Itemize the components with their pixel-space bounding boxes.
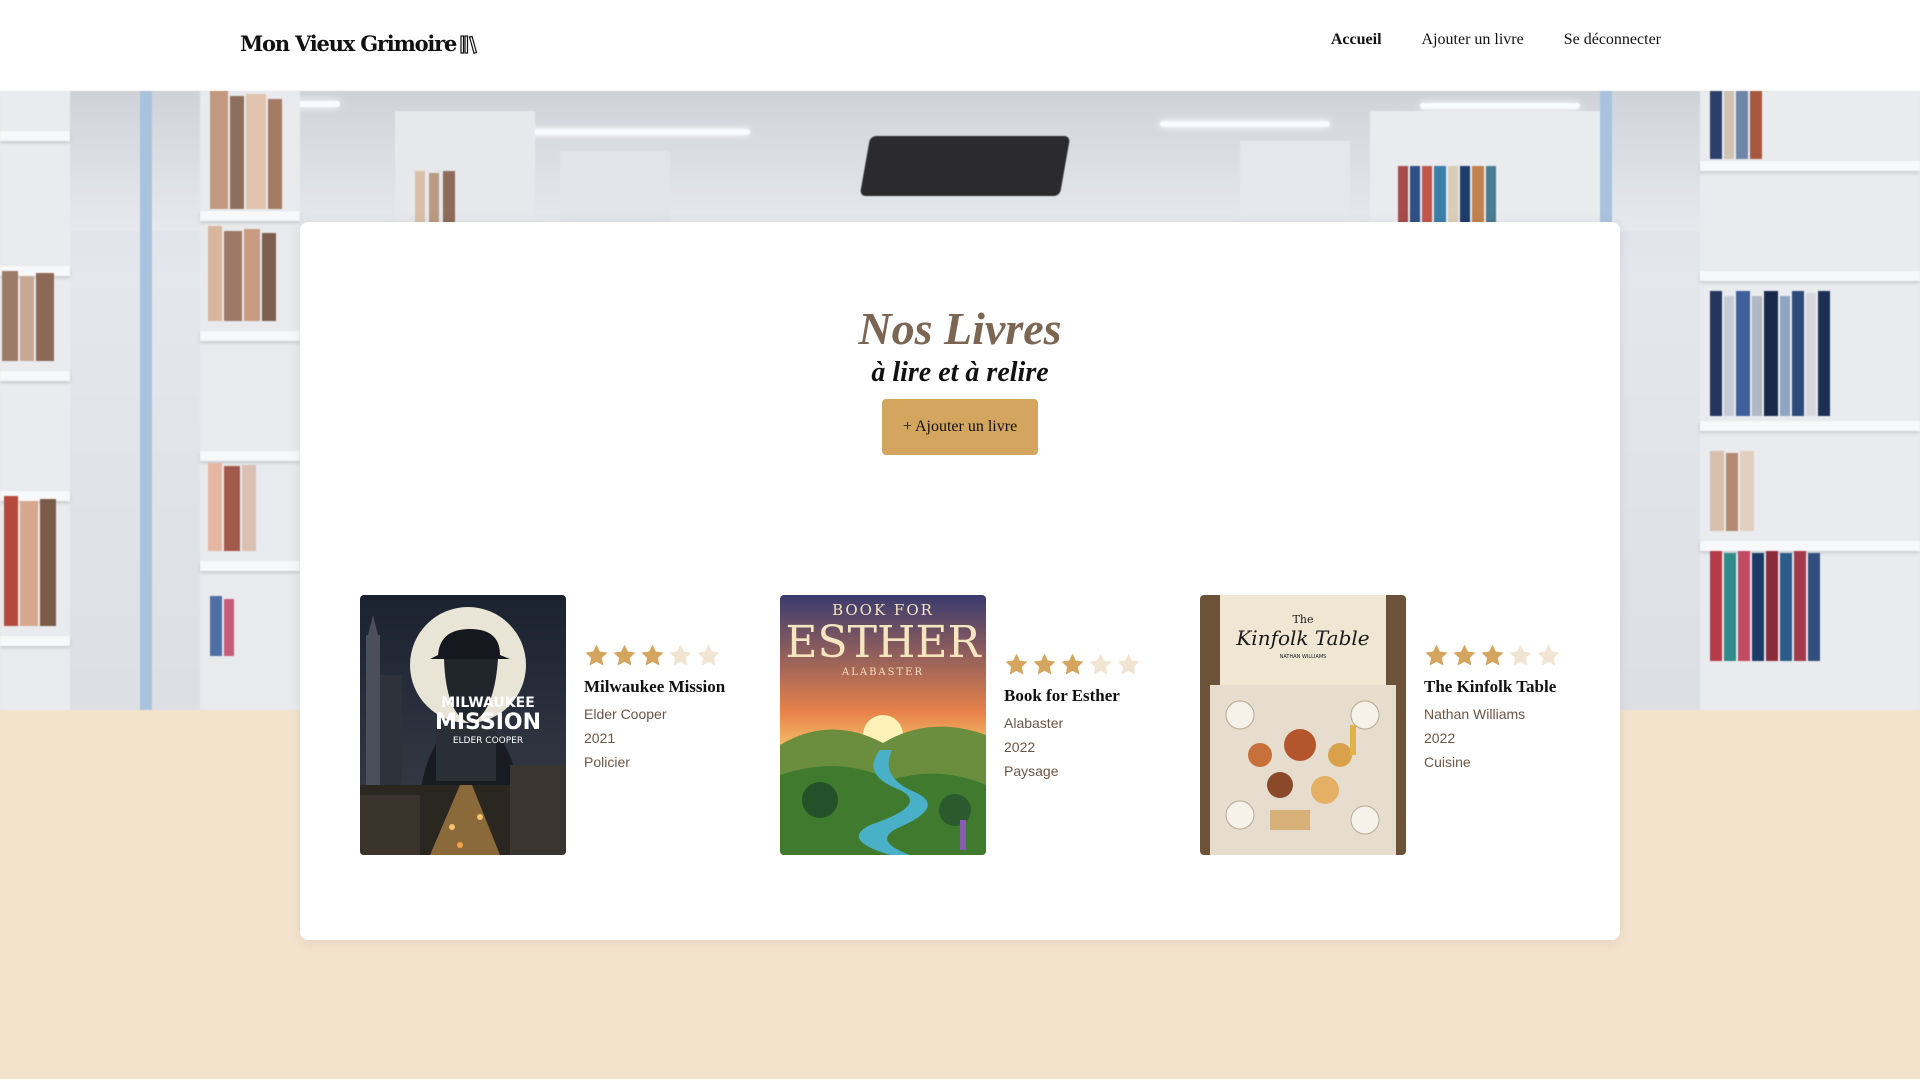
site-logo[interactable]: Mon Vieux Grimoire [240, 31, 478, 56]
star-empty-icon [1509, 644, 1532, 666]
add-book-button[interactable]: + Ajouter un livre [882, 399, 1038, 455]
nav-se-deconnecter[interactable]: Se déconnecter [1564, 31, 1661, 49]
star-filled-icon [1061, 653, 1084, 675]
star-filled-icon [613, 644, 636, 666]
star-filled-icon [1481, 644, 1504, 666]
star-empty-icon [1089, 653, 1112, 675]
svg-text:ESTHER: ESTHER [785, 617, 982, 668]
book-title: Book for Esther [1004, 686, 1120, 705]
star-empty-icon [1537, 644, 1560, 666]
book-cover-image: The Kinfolk Table NATHAN WILLIAMS [1200, 595, 1406, 855]
book-cover-image: MILWAUKEE MISSION ELDER COOPER [360, 595, 566, 855]
star-empty-icon [1117, 653, 1140, 675]
book-title: Milwaukee Mission [584, 677, 726, 696]
star-filled-icon [585, 644, 608, 666]
star-filled-icon [1453, 644, 1476, 666]
svg-text:NATHAN WILLIAMS: NATHAN WILLIAMS [1280, 654, 1327, 660]
star-filled-icon [1425, 644, 1448, 666]
rating-stars [1424, 643, 1574, 668]
book-genre: Policier [584, 754, 630, 770]
shelf-post [140, 91, 152, 710]
book-card-book-for-esther[interactable]: BOOK FOR ESTHER ALABASTER Book for Esthe… [780, 595, 1140, 855]
books-logo-icon [460, 34, 478, 54]
svg-text:ELDER COOPER: ELDER COOPER [453, 736, 523, 746]
book-genre: Paysage [1004, 763, 1059, 779]
book-info: Milwaukee Mission Elder Cooper 2021 Poli… [584, 643, 734, 774]
bookshelf [0, 91, 70, 710]
ceiling-light [1420, 103, 1580, 109]
book-title: The Kinfolk Table [1424, 677, 1557, 696]
book-author: Alabaster [1004, 715, 1064, 731]
logo-text: Mon Vieux Grimoire [240, 31, 457, 56]
page-subtitle: à lire et à relire [871, 357, 1049, 388]
page-title: Nos Livres [858, 303, 1062, 354]
bookshelf [200, 91, 300, 710]
book-genre: Cuisine [1424, 754, 1471, 770]
star-filled-icon [1005, 653, 1028, 675]
book-info: Book for Esther Alabaster 2022 Paysage [1004, 652, 1154, 783]
book-list: MILWAUKEE MISSION ELDER COOPER Milwaukee… [300, 595, 1620, 855]
svg-text:The: The [1293, 613, 1314, 626]
top-header: Mon Vieux Grimoire Accueil Ajouter un li… [0, 0, 1920, 91]
book-author: Elder Cooper [584, 706, 667, 722]
books-panel: Nos Livres à lire et à relire + Ajouter … [300, 222, 1620, 940]
book-card-milwaukee-mission[interactable]: MILWAUKEE MISSION ELDER COOPER Milwaukee… [360, 595, 725, 855]
star-filled-icon [641, 644, 664, 666]
star-empty-icon [669, 644, 692, 666]
book-year: 2022 [1424, 730, 1456, 746]
star-empty-icon [697, 644, 720, 666]
rating-stars [584, 643, 734, 668]
book-year: 2022 [1004, 739, 1036, 755]
book-author: Nathan Williams [1424, 706, 1526, 722]
scanner-silhouette [859, 136, 1071, 196]
book-year: 2021 [584, 730, 616, 746]
book-info: The Kinfolk Table Nathan Williams 2022 C… [1424, 643, 1574, 774]
nav-accueil[interactable]: Accueil [1331, 31, 1382, 49]
svg-text:MISSION: MISSION [435, 710, 541, 735]
book-cover-image: BOOK FOR ESTHER ALABASTER [780, 595, 986, 855]
svg-text:MILWAUKEE: MILWAUKEE [441, 695, 535, 711]
book-card-kinfolk-table[interactable]: The Kinfolk Table NATHAN WILLIAMS The Ki… [1200, 595, 1560, 855]
svg-text:ALABASTER: ALABASTER [841, 667, 924, 678]
rating-stars [1004, 652, 1154, 677]
main-nav: Accueil Ajouter un livre Se déconnecter [1331, 31, 1661, 49]
nav-ajouter-livre[interactable]: Ajouter un livre [1422, 31, 1524, 49]
star-filled-icon [1033, 653, 1056, 675]
svg-text:Kinfolk Table: Kinfolk Table [1235, 626, 1369, 650]
bookshelf [1700, 91, 1920, 710]
ceiling-light [1160, 121, 1330, 127]
